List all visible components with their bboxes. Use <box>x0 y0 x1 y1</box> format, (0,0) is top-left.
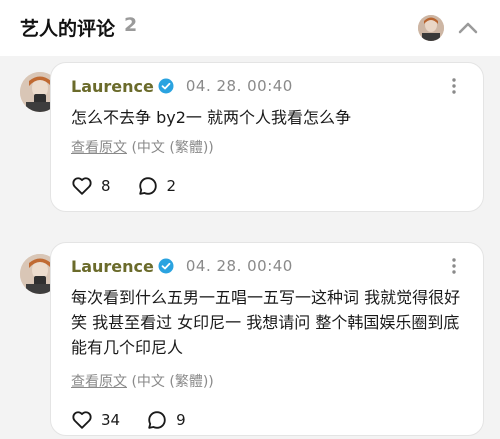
author-name[interactable]: Laurence <box>71 257 154 276</box>
like-button[interactable]: 34 <box>71 409 120 431</box>
section-title: 艺人的评论 <box>20 18 116 40</box>
comment-bubble-icon <box>148 411 166 429</box>
author-name[interactable]: Laurence <box>71 77 154 96</box>
verified-badge-icon <box>158 258 174 274</box>
timestamp: 04. 28. 00:40 <box>185 77 293 95</box>
reply-count: 2 <box>166 177 177 195</box>
reply-button[interactable]: 2 <box>137 175 177 197</box>
comment-meta: Laurence 04. 28. 00:40 <box>71 75 293 97</box>
translation-language: (中文 (繁體)) <box>131 374 214 390</box>
more-options-icon[interactable] <box>451 257 457 275</box>
comment-bubble-icon <box>138 177 157 195</box>
chevron-up-icon[interactable] <box>456 16 480 40</box>
view-original-link[interactable]: 查看原文 <box>71 140 127 156</box>
heart-icon <box>72 411 92 429</box>
comment-text: 怎么不去争 by2一 就两个人我看怎么争 <box>71 108 351 127</box>
view-original-link[interactable]: 查看原文 <box>71 374 127 390</box>
translation-row: 查看原文 (中文 (繁體)) <box>71 137 214 157</box>
comment-meta: Laurence 04. 28. 00:40 <box>71 255 293 277</box>
more-options-icon[interactable] <box>451 77 457 95</box>
comment-card: Laurence 04. 28. 00:40 怎么不去争 by2一 就两个人我看… <box>50 62 484 212</box>
comment-text: 每次看到什么五男一五唱一五写一这种词 我就觉得很好笑 我甚至看过 女印尼一 我想… <box>71 288 461 357</box>
like-count: 34 <box>101 411 121 429</box>
like-count: 8 <box>101 177 111 195</box>
artist-avatar[interactable] <box>418 15 444 41</box>
reply-button[interactable]: 9 <box>146 409 186 431</box>
comment-card: Laurence 04. 28. 00:40 每次看到什么五男一五唱一五写一这种… <box>50 242 484 436</box>
translation-language: (中文 (繁體)) <box>131 140 214 156</box>
reply-count: 9 <box>176 411 186 429</box>
comment-actions: 8 2 <box>71 175 202 197</box>
translation-row: 查看原文 (中文 (繁體)) <box>71 371 214 391</box>
like-button[interactable]: 8 <box>71 175 111 197</box>
comments-header: 艺人的评论 2 <box>0 0 500 56</box>
heart-icon <box>72 177 92 195</box>
verified-badge-icon <box>158 78 174 94</box>
timestamp: 04. 28. 00:40 <box>185 257 293 275</box>
comment-count: 2 <box>124 14 138 36</box>
comment-actions: 34 9 <box>71 409 212 431</box>
